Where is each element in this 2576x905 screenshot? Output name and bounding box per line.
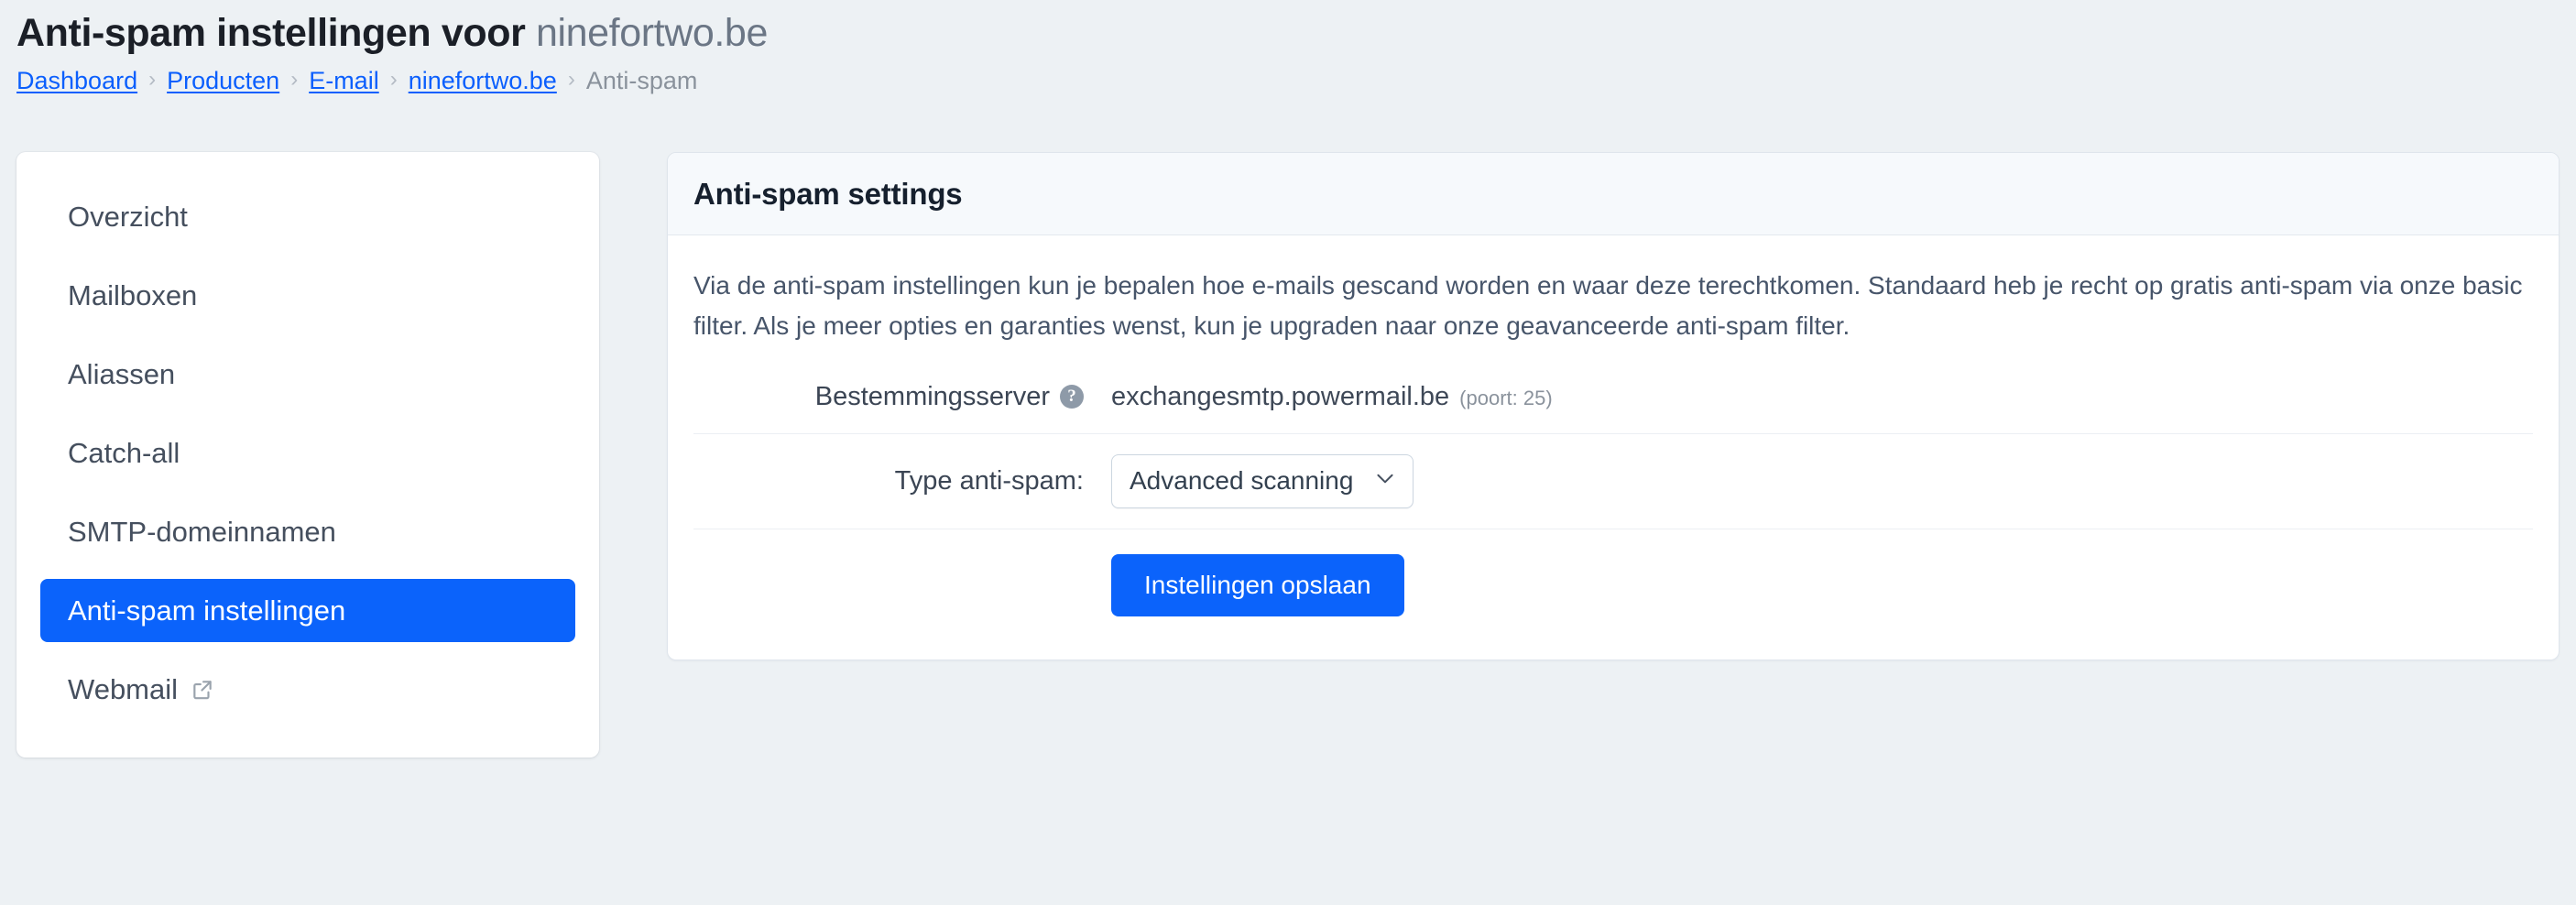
destination-server-row: Bestemmingsserver ? exchangesmtp.powerma… — [693, 377, 2533, 433]
question-mark-circle-icon[interactable]: ? — [1060, 385, 1084, 409]
chevron-down-icon — [1373, 466, 1397, 496]
sidebar-item-label: Webmail — [68, 675, 178, 703]
save-settings-button[interactable]: Instellingen opslaan — [1111, 554, 1404, 616]
page-title-main: Anti-spam instellingen voor — [16, 11, 536, 55]
antispam-type-selected-value: Advanced scanning — [1130, 466, 1353, 496]
page-root: Anti-spam instellingen voor ninefortwo.b… — [0, 0, 2576, 905]
sidebar-item-anti-spam-instellingen[interactable]: Anti-spam instellingen — [40, 579, 575, 642]
breadcrumb-separator-icon: › — [568, 67, 575, 93]
antispam-type-select[interactable]: Advanced scanning — [1111, 454, 1414, 508]
destination-server-value: exchangesmtp.powermail.be — [1111, 382, 1449, 412]
destination-server-label: Bestemmingsserver — [815, 381, 1050, 413]
sidebar-item-smtp-domeinnamen[interactable]: SMTP-domeinnamen — [40, 500, 575, 563]
destination-server-label-group: Bestemmingsserver ? — [693, 381, 1111, 413]
sidebar-item-webmail[interactable]: Webmail — [40, 658, 575, 721]
sidebar-item-catch-all[interactable]: Catch-all — [40, 421, 575, 485]
card-actions: Instellingen opslaan — [693, 529, 2533, 647]
sidebar-item-label: Mailboxen — [68, 281, 197, 310]
breadcrumb-item-current: Anti-spam — [586, 66, 698, 95]
breadcrumb: Dashboard › Producten › E-mail › ninefor… — [16, 66, 2576, 95]
breadcrumb-item-dashboard[interactable]: Dashboard — [16, 66, 137, 95]
breadcrumb-item-producten[interactable]: Producten — [167, 66, 279, 95]
settings-form: Bestemmingsserver ? exchangesmtp.powerma… — [693, 377, 2533, 647]
sidebar-item-label: Anti-spam instellingen — [68, 596, 345, 625]
sidebar-item-label: Catch-all — [68, 439, 180, 467]
anti-spam-settings-card: Anti-spam settings Via de anti-spam inst… — [667, 152, 2560, 660]
destination-server-value-group: exchangesmtp.powermail.be (poort: 25) — [1111, 382, 2533, 412]
breadcrumb-separator-icon: › — [148, 67, 156, 93]
breadcrumb-separator-icon: › — [290, 67, 298, 93]
antispam-type-value-group: Advanced scanning — [1111, 454, 2533, 508]
card-header: Anti-spam settings — [668, 153, 2559, 236]
card-body: Via de anti-spam instellingen kun je bep… — [668, 235, 2559, 659]
sidebar-item-label: Aliassen — [68, 360, 175, 388]
content-area: Overzicht Mailboxen Aliassen Catch-all S… — [0, 152, 2576, 758]
breadcrumb-item-domain[interactable]: ninefortwo.be — [409, 66, 557, 95]
page-title-domain: ninefortwo.be — [536, 11, 768, 55]
card-title: Anti-spam settings — [693, 177, 2533, 212]
sidebar-item-label: Overzicht — [68, 202, 188, 231]
breadcrumb-item-email[interactable]: E-mail — [309, 66, 379, 95]
sidebar-nav: Overzicht Mailboxen Aliassen Catch-all S… — [16, 152, 599, 758]
destination-server-port: (poort: 25) — [1459, 387, 1553, 410]
antispam-type-row: Type anti-spam: Advanced scanning — [693, 433, 2533, 529]
actions-spacer — [693, 554, 1111, 616]
antispam-type-label: Type anti-spam: — [693, 465, 1111, 497]
sidebar-item-overzicht[interactable]: Overzicht — [40, 185, 575, 248]
sidebar-item-aliassen[interactable]: Aliassen — [40, 343, 575, 406]
sidebar-item-label: SMTP-domeinnamen — [68, 518, 336, 546]
intro-paragraph: Via de anti-spam instellingen kun je bep… — [693, 266, 2533, 345]
page-title: Anti-spam instellingen voor ninefortwo.b… — [16, 11, 2576, 55]
breadcrumb-separator-icon: › — [390, 67, 398, 93]
external-link-icon — [191, 678, 214, 702]
sidebar-item-mailboxen[interactable]: Mailboxen — [40, 264, 575, 327]
page-header: Anti-spam instellingen voor ninefortwo.b… — [0, 0, 2576, 96]
